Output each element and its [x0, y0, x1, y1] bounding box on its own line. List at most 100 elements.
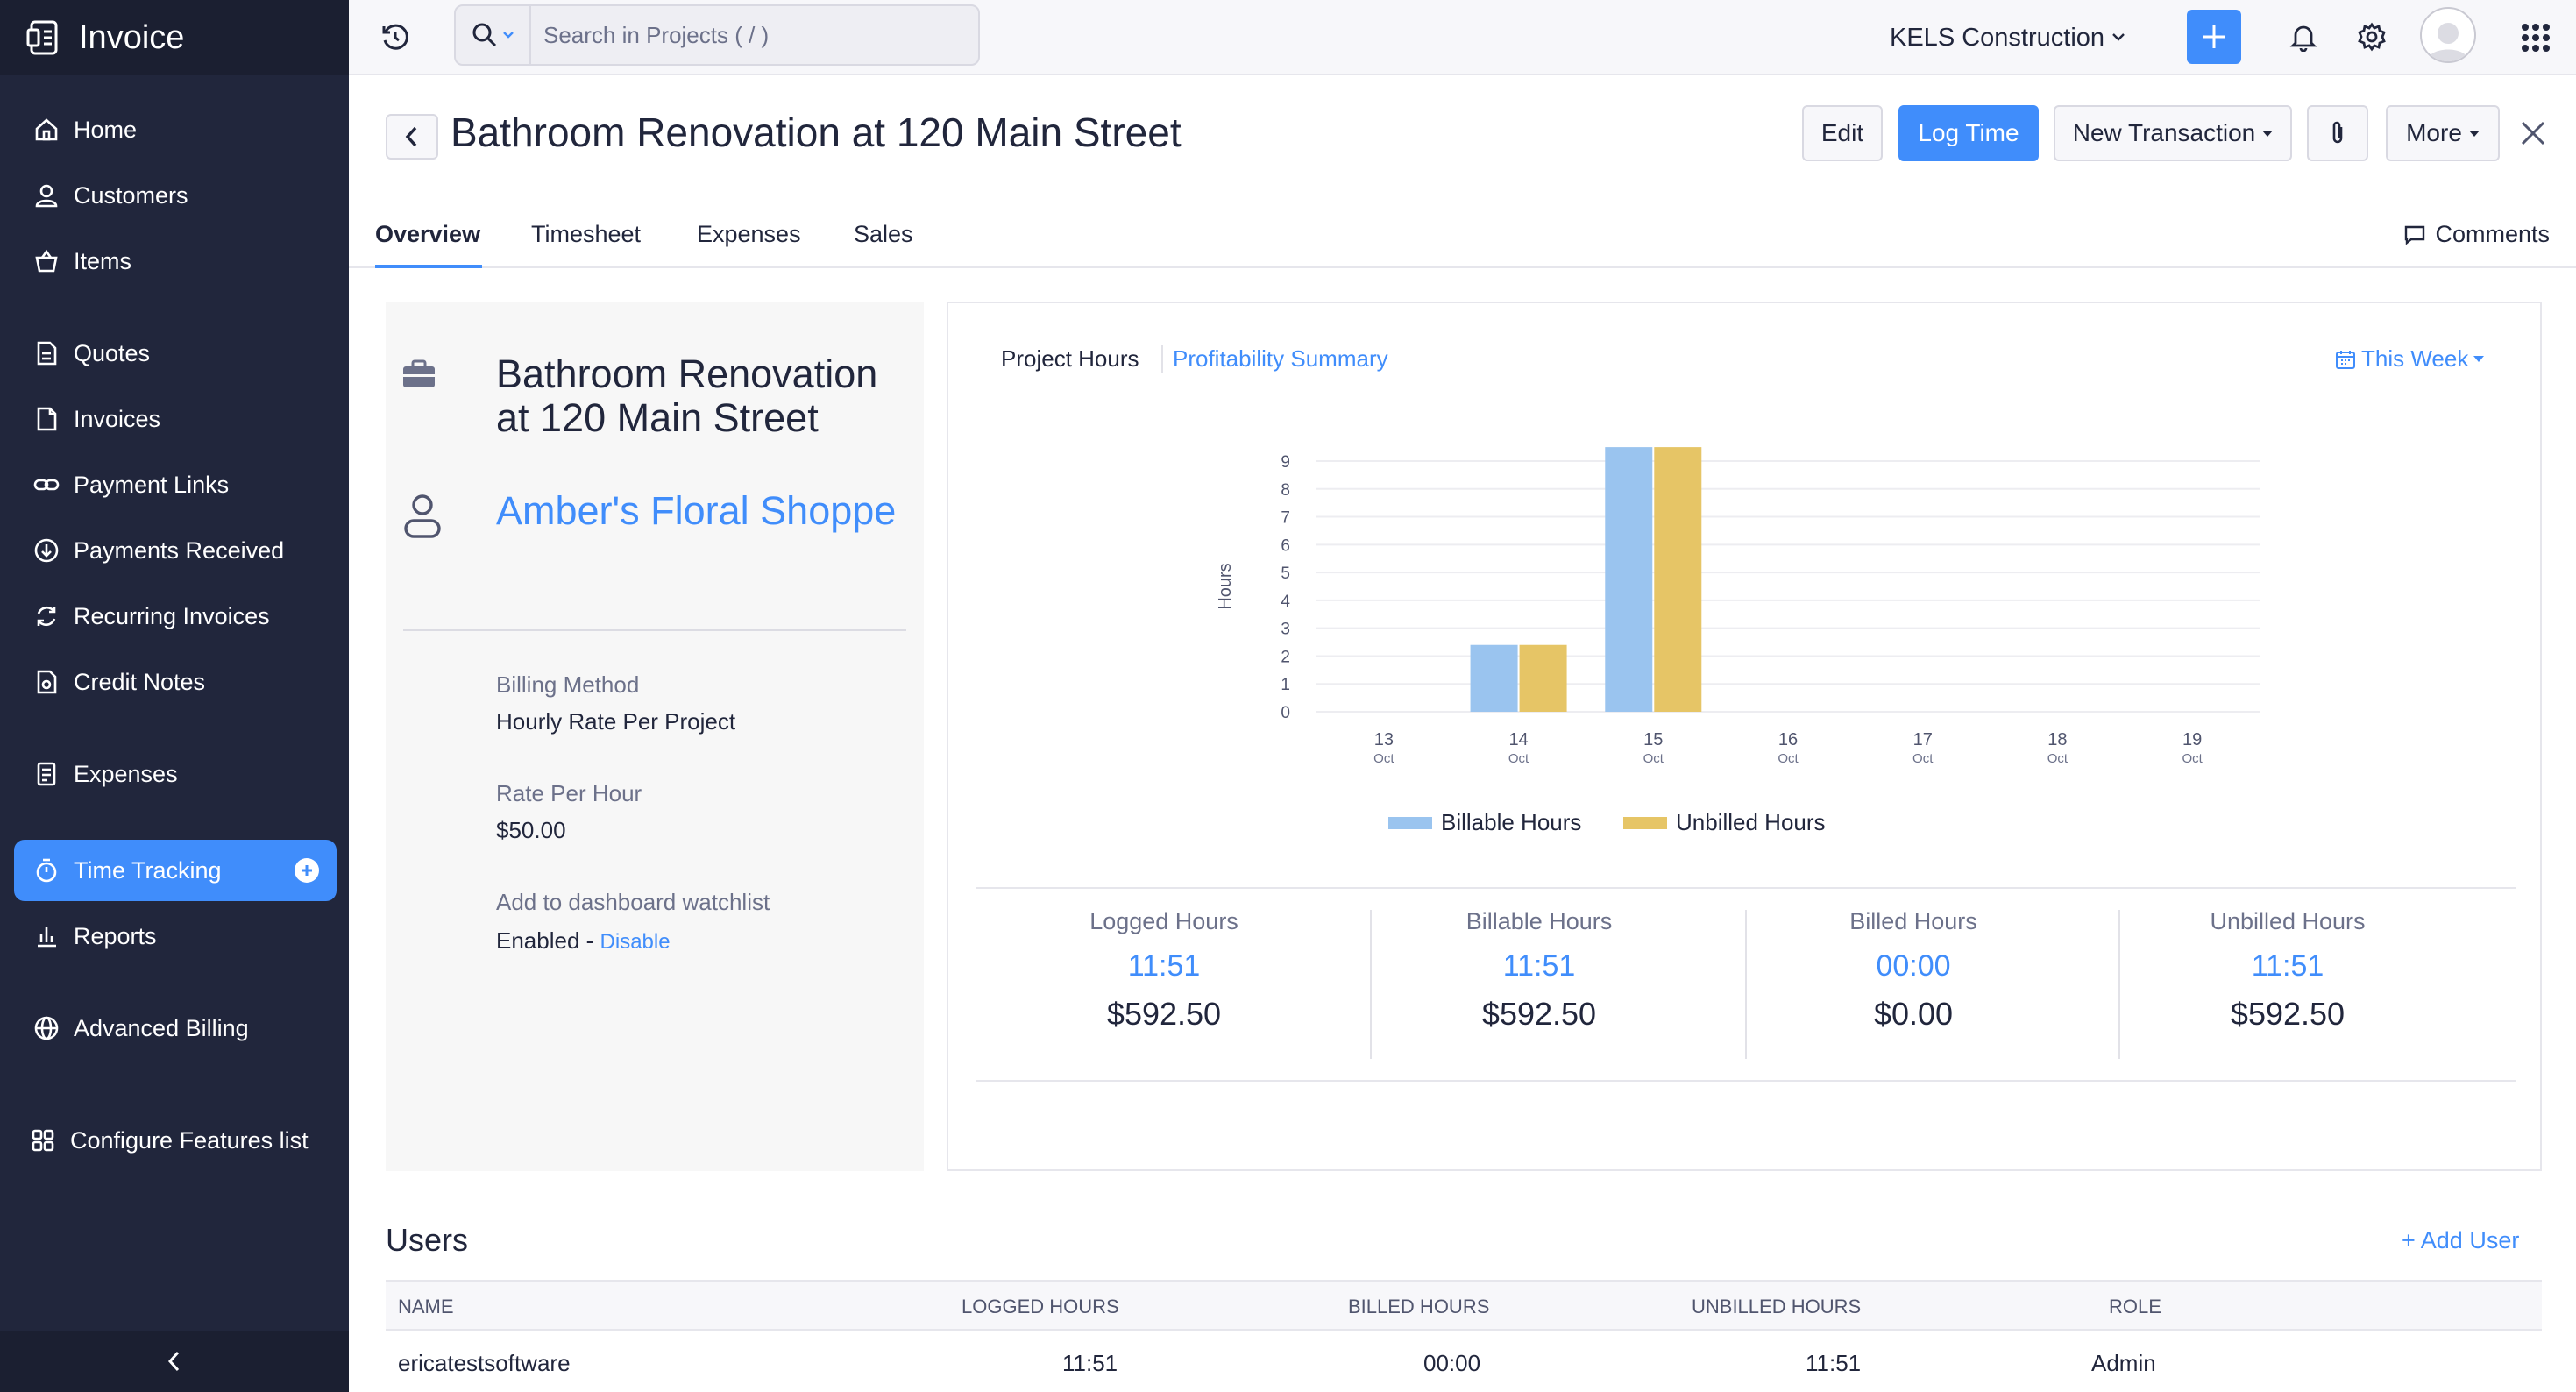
column-header-unbilled-hours[interactable]: UNBILLED HOURS: [1692, 1296, 1861, 1318]
notifications-button[interactable]: [2284, 18, 2323, 56]
sidebar-item-configure-features[interactable]: Configure Features list: [14, 1110, 337, 1171]
stat-label: Unbilled Hours: [2210, 908, 2366, 934]
sidebar-item-credit-notes[interactable]: Credit Notes: [14, 651, 337, 713]
y-tick-label: 7: [1281, 509, 1290, 528]
add-time-entry-icon[interactable]: [295, 858, 319, 883]
sidebar-item-invoices[interactable]: Invoices: [14, 388, 337, 450]
table-row[interactable]: ericatestsoftware 11:51 00:00 11:51 Admi…: [386, 1331, 2542, 1392]
column-header-logged-hours[interactable]: LOGGED HOURS: [962, 1296, 1119, 1318]
y-axis-label: Hours: [1216, 563, 1235, 609]
sidebar-item-items[interactable]: Items: [14, 231, 337, 292]
sidebar-item-quotes[interactable]: Quotes: [14, 323, 337, 384]
search-box[interactable]: [454, 4, 980, 66]
organization-switcher[interactable]: KELS Construction: [1890, 19, 2125, 56]
log-time-button[interactable]: Log Time: [1898, 105, 2039, 161]
x-tick-sublabel: Oct: [1508, 751, 1529, 766]
attachments-button[interactable]: [2307, 105, 2368, 161]
x-tick-sublabel: Oct: [2182, 751, 2203, 766]
user-icon: [32, 181, 61, 210]
caret-down-icon: [2468, 130, 2480, 137]
gear-icon: [2357, 22, 2387, 52]
users-table: NAME LOGGED HOURS BILLED HOURS UNBILLED …: [386, 1280, 2542, 1392]
project-name: Bathroom Renovation at 120 Main Street: [496, 352, 878, 440]
quick-create-button[interactable]: [2187, 10, 2241, 64]
app-switcher-button[interactable]: [2517, 19, 2554, 56]
sidebar-item-recurring-invoices[interactable]: Recurring Invoices: [14, 586, 337, 647]
home-icon: [32, 115, 61, 145]
stat-amount: $592.50: [2230, 996, 2345, 1032]
y-tick-label: 0: [1281, 704, 1290, 722]
more-dropdown[interactable]: More: [2386, 105, 2500, 161]
receipt-icon: [32, 759, 61, 789]
sidebar-item-time-tracking[interactable]: Time Tracking: [14, 840, 337, 901]
disable-watchlist-link[interactable]: Disable: [600, 930, 671, 954]
sidebar-item-customers[interactable]: Customers: [14, 165, 337, 226]
sidebar-item-advanced-billing[interactable]: Advanced Billing: [14, 998, 337, 1059]
sidebar-item-label: Expenses: [74, 760, 178, 787]
comment-icon: [2403, 224, 2426, 245]
organization-name: KELS Construction: [1890, 23, 2105, 52]
billing-method-label: Billing Method: [496, 671, 640, 698]
tab-timesheet[interactable]: Timesheet: [531, 221, 641, 248]
new-transaction-dropdown[interactable]: New Transaction: [2054, 105, 2292, 161]
divider: [976, 1080, 2516, 1082]
x-tick-sublabel: Oct: [1373, 751, 1394, 766]
sidebar-item-label: Advanced Billing: [74, 1014, 249, 1041]
tab-sales[interactable]: Sales: [854, 221, 913, 248]
user-avatar[interactable]: [2420, 7, 2476, 63]
edit-button[interactable]: Edit: [1802, 105, 1883, 161]
sidebar-item-expenses[interactable]: Expenses: [14, 743, 337, 805]
column-header-name[interactable]: NAME: [398, 1296, 454, 1318]
customer-name-link[interactable]: Amber's Floral Shoppe: [496, 489, 908, 533]
chevron-down-icon: [2111, 32, 2125, 43]
sidebar-item-label: Quotes: [74, 339, 151, 366]
y-tick-label: 9: [1281, 453, 1290, 472]
brand[interactable]: Invoice: [0, 0, 349, 75]
recent-history-button[interactable]: [377, 19, 414, 56]
comments-link[interactable]: Comments: [2403, 221, 2550, 248]
close-button[interactable]: [2514, 114, 2552, 153]
stat-time: 11:51: [2251, 949, 2324, 983]
y-tick-label: 1: [1281, 676, 1290, 694]
stat-amount: $0.00: [1873, 996, 1954, 1032]
legend-label: Unbilled Hours: [1676, 809, 1826, 835]
credit-note-icon: [32, 667, 61, 697]
project-hours-card: Project Hours Profitability Summary This…: [947, 302, 2542, 1171]
avatar-placeholder-icon: [2423, 18, 2473, 61]
basket-icon: [32, 246, 61, 276]
log-time-button-label: Log Time: [1918, 119, 2019, 146]
sidebar-item-label: Credit Notes: [74, 668, 206, 695]
stat-label: Billable Hours: [1465, 908, 1613, 934]
bar-billable-hours: [1605, 447, 1653, 712]
close-icon: [2519, 119, 2547, 147]
sidebar-collapse-button[interactable]: [0, 1331, 349, 1392]
users-section-title: Users: [386, 1222, 469, 1258]
tab-expenses[interactable]: Expenses: [697, 221, 801, 248]
search-scope-dropdown[interactable]: [456, 6, 531, 64]
column-header-role[interactable]: ROLE: [2109, 1296, 2161, 1318]
sidebar: Invoice Home Customers Items Quotes Invo…: [0, 0, 349, 1392]
new-transaction-label: New Transaction: [2072, 119, 2256, 146]
back-button[interactable]: [386, 114, 438, 160]
active-tab-indicator: [375, 265, 482, 268]
bar-chart-icon: [32, 921, 61, 951]
sidebar-item-reports[interactable]: Reports: [14, 906, 337, 967]
x-tick-label: 16: [1778, 730, 1798, 749]
sidebar-item-home[interactable]: Home: [14, 99, 337, 160]
settings-button[interactable]: [2352, 18, 2391, 56]
x-tick-label: 14: [1508, 730, 1528, 749]
link-icon: [32, 470, 61, 500]
column-header-billed-hours[interactable]: BILLED HOURS: [1348, 1296, 1489, 1318]
sidebar-item-payment-links[interactable]: Payment Links: [14, 454, 337, 515]
tab-overview[interactable]: Overview: [375, 221, 480, 248]
search-icon: [471, 21, 499, 49]
stat-billed-hours: Billed Hours 00:00 $0.00: [1726, 908, 2101, 1033]
table-header: NAME LOGGED HOURS BILLED HOURS UNBILLED …: [386, 1280, 2542, 1331]
sidebar-item-payments-received[interactable]: Payments Received: [14, 520, 337, 581]
add-user-link[interactable]: + Add User: [2402, 1227, 2519, 1254]
grid-icon: [2521, 23, 2551, 53]
stat-logged-hours: Logged Hours 11:51 $592.50: [976, 908, 1352, 1033]
x-tick-label: 15: [1643, 730, 1663, 749]
search-input[interactable]: [531, 21, 969, 49]
history-icon: [380, 23, 410, 53]
